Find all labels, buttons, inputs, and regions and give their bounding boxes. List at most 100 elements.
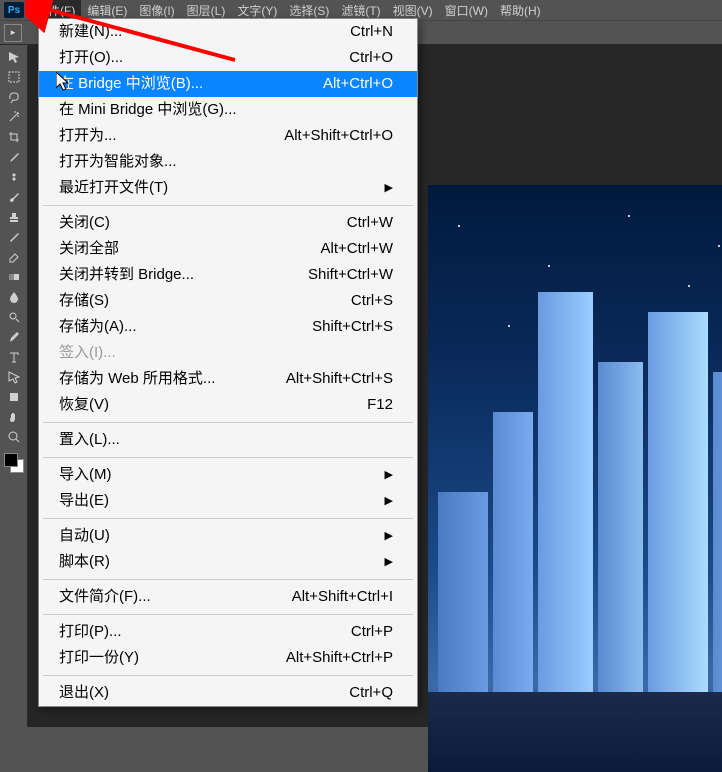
menu-entry[interactable]: 存储为(A)... Shift+Ctrl+S [39, 314, 417, 340]
menu-separator [43, 579, 413, 580]
menu-entry-label: 文件简介(F)... [59, 586, 151, 608]
menu-entry[interactable]: 关闭(C) Ctrl+W [39, 210, 417, 236]
menu-entry[interactable]: 在 Bridge 中浏览(B)... Alt+Ctrl+O [39, 71, 417, 97]
submenu-arrow-icon: ▶ [385, 551, 393, 573]
menu-entry-label: 最近打开文件(T) [59, 177, 168, 199]
menu-entry-label: 新建(N)... [59, 21, 122, 43]
menu-entry-label: 退出(X) [59, 682, 109, 704]
menu-entry-label: 导入(M) [59, 464, 112, 486]
menu-entry[interactable]: 新建(N)... Ctrl+N [39, 19, 417, 45]
menu-entry-label: 打开为智能对象... [59, 151, 177, 173]
menu-shortcut: F12 [367, 394, 393, 416]
menu-entry: 签入(I)... [39, 340, 417, 366]
menu-entry[interactable]: 打开为... Alt+Shift+Ctrl+O [39, 123, 417, 149]
menu-entry-label: 关闭全部 [59, 238, 119, 260]
hand-tool[interactable] [2, 407, 26, 427]
menu-separator [43, 422, 413, 423]
menu-entry[interactable]: 打印(P)...Ctrl+P [39, 619, 417, 645]
menu-entry[interactable]: 存储为 Web 所用格式... Alt+Shift+Ctrl+S [39, 366, 417, 392]
menu-entry-label: 关闭(C) [59, 212, 110, 234]
file-menu-dropdown: 新建(N)...Ctrl+N打开(O)...Ctrl+O在 Bridge 中浏览… [38, 18, 418, 707]
menu-entry[interactable]: 打开(O)... Ctrl+O [39, 45, 417, 71]
blur-tool[interactable] [2, 287, 26, 307]
menu-shortcut: Ctrl+W [347, 212, 393, 234]
ps-logo: Ps [4, 2, 24, 18]
menu-entry[interactable]: 存储(S) Ctrl+S [39, 288, 417, 314]
tool-preset-icon[interactable]: ▸ [4, 24, 22, 42]
submenu-arrow-icon: ▶ [385, 464, 393, 486]
menu-entry[interactable]: 退出(X) Ctrl+Q [39, 680, 417, 706]
menu-entry[interactable]: 在 Mini Bridge 中浏览(G)... [39, 97, 417, 123]
menu-shortcut: Alt+Shift+Ctrl+S [286, 368, 393, 390]
menu-entry-label: 在 Bridge 中浏览(B)... [59, 73, 203, 95]
stamp-tool[interactable] [2, 207, 26, 227]
dodge-tool[interactable] [2, 307, 26, 327]
submenu-arrow-icon: ▶ [385, 490, 393, 512]
menu-entry[interactable]: 文件简介(F)...Alt+Shift+Ctrl+I [39, 584, 417, 610]
toolbar [0, 45, 28, 727]
menu-entry[interactable]: 自动(U) ▶ [39, 523, 417, 549]
menu-entry-label: 打印一份(Y) [59, 647, 139, 669]
menu-shortcut: Shift+Ctrl+S [312, 316, 393, 338]
menu-entry-label: 在 Mini Bridge 中浏览(G)... [59, 99, 237, 121]
lasso-tool[interactable] [2, 87, 26, 107]
menu-entry-label: 关闭并转到 Bridge... [59, 264, 194, 286]
menu-entry[interactable]: 打开为智能对象... [39, 149, 417, 175]
menu-entry-label: 打开(O)... [59, 47, 123, 69]
menu-shortcut: Ctrl+N [350, 21, 393, 43]
color-swatches[interactable] [2, 451, 26, 475]
submenu-arrow-icon: ▶ [385, 525, 393, 547]
menu-entry-label: 签入(I)... [59, 342, 116, 364]
shape-tool[interactable] [2, 387, 26, 407]
menu-item[interactable]: 帮助(H) [494, 0, 547, 21]
menu-entry-label: 导出(E) [59, 490, 109, 512]
menu-shortcut: Ctrl+Q [349, 682, 393, 704]
menu-entry-label: 存储(S) [59, 290, 109, 312]
menu-entry-label: 脚本(R) [59, 551, 110, 573]
menu-entry-label: 自动(U) [59, 525, 110, 547]
heal-tool[interactable] [2, 167, 26, 187]
gradient-tool[interactable] [2, 267, 26, 287]
submenu-arrow-icon: ▶ [385, 177, 393, 199]
pen-tool[interactable] [2, 327, 26, 347]
menu-separator [43, 205, 413, 206]
brush-tool[interactable] [2, 187, 26, 207]
menu-shortcut: Alt+Shift+Ctrl+P [286, 647, 393, 669]
menu-entry-label: 存储为 Web 所用格式... [59, 368, 215, 390]
menu-separator [43, 675, 413, 676]
menu-entry[interactable]: 打印一份(Y) Alt+Shift+Ctrl+P [39, 645, 417, 671]
menu-entry[interactable]: 关闭全部 Alt+Ctrl+W [39, 236, 417, 262]
move-tool[interactable] [2, 47, 26, 67]
eyedropper-tool[interactable] [2, 147, 26, 167]
menu-entry-label: 打开为... [59, 125, 117, 147]
history-tool[interactable] [2, 227, 26, 247]
menu-shortcut: Ctrl+P [351, 621, 393, 643]
eraser-tool[interactable] [2, 247, 26, 267]
wand-tool[interactable] [2, 107, 26, 127]
zoom-tool[interactable] [2, 427, 26, 447]
menu-entry-label: 恢复(V) [59, 394, 109, 416]
menu-shortcut: Ctrl+O [349, 47, 393, 69]
menu-entry[interactable]: 导入(M) ▶ [39, 462, 417, 488]
menu-entry[interactable]: 最近打开文件(T) ▶ [39, 175, 417, 201]
menu-separator [43, 518, 413, 519]
menu-entry[interactable]: 置入(L)... [39, 427, 417, 453]
menu-shortcut: Ctrl+S [351, 290, 393, 312]
menu-separator [43, 614, 413, 615]
menu-shortcut: Shift+Ctrl+W [308, 264, 393, 286]
menu-entry-label: 置入(L)... [59, 429, 120, 451]
menu-entry[interactable]: 脚本(R) ▶ [39, 549, 417, 575]
marquee-tool[interactable] [2, 67, 26, 87]
type-tool[interactable] [2, 347, 26, 367]
crop-tool[interactable] [2, 127, 26, 147]
menu-shortcut: Alt+Shift+Ctrl+O [284, 125, 393, 147]
menu-shortcut: Alt+Ctrl+W [320, 238, 393, 260]
menu-entry[interactable]: 恢复(V) F12 [39, 392, 417, 418]
menu-entry[interactable]: 关闭并转到 Bridge... Shift+Ctrl+W [39, 262, 417, 288]
document-canvas[interactable] [428, 185, 722, 772]
menu-shortcut: Alt+Ctrl+O [323, 73, 393, 95]
menu-entry-label: 存储为(A)... [59, 316, 137, 338]
menu-entry[interactable]: 导出(E) ▶ [39, 488, 417, 514]
path-tool[interactable] [2, 367, 26, 387]
menu-item[interactable]: 窗口(W) [439, 0, 494, 21]
